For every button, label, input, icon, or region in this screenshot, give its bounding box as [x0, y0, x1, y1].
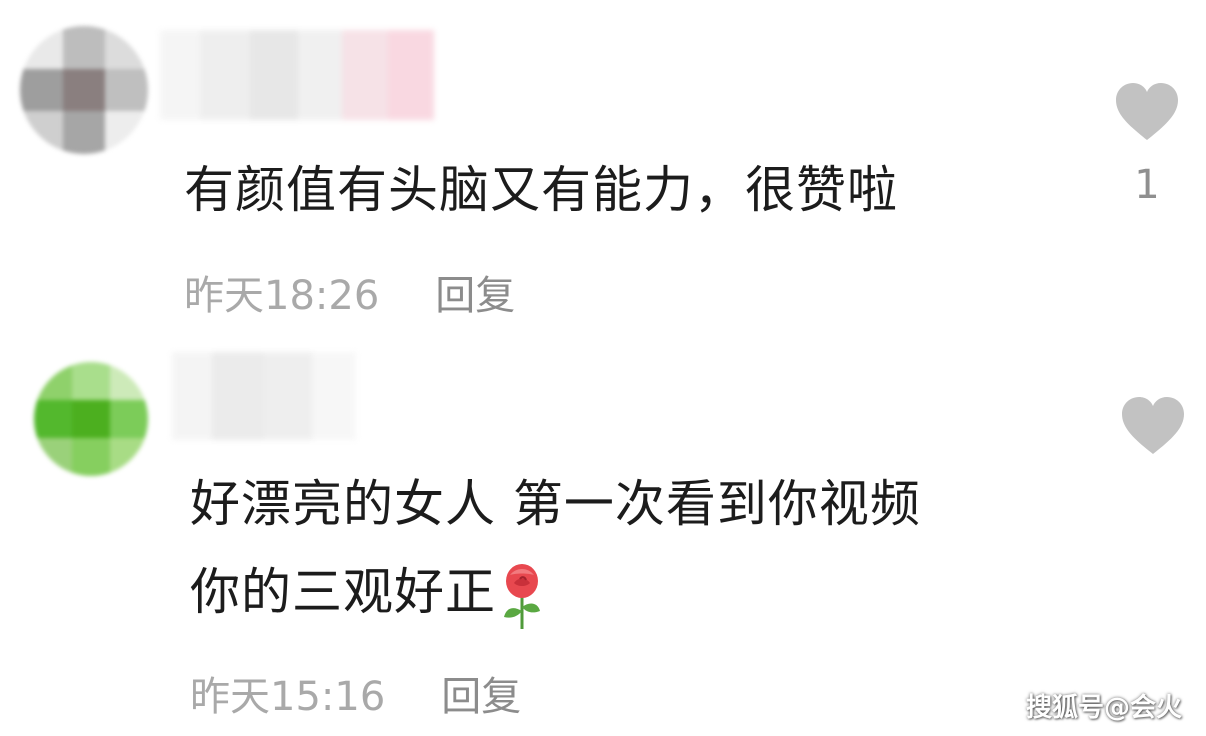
- like-button[interactable]: 1: [1114, 82, 1180, 208]
- avatar-mosaic-tile: [110, 438, 148, 476]
- heart-icon[interactable]: [1120, 396, 1186, 456]
- username-mosaic-tile: [264, 352, 312, 440]
- avatar-mosaic-tile: [110, 400, 148, 438]
- user-avatar[interactable]: [34, 362, 148, 476]
- avatar-mosaic-tile: [20, 26, 63, 69]
- comment-meta: 昨天18:26 回复: [184, 263, 515, 321]
- username-mosaic-tile: [342, 30, 388, 120]
- avatar-mosaic-tile: [34, 362, 72, 400]
- username-mosaic-tile: [250, 30, 298, 120]
- reply-button[interactable]: 回复: [435, 263, 515, 321]
- comment-meta: 昨天15:16 回复: [190, 664, 521, 722]
- comment-line: 你的三观好正: [190, 563, 496, 621]
- comment-time: 昨天18:26: [184, 273, 380, 319]
- rose-emoji-icon: [504, 563, 540, 629]
- avatar-mosaic-tile: [34, 438, 72, 476]
- username-mosaic-tile: [160, 30, 200, 120]
- comment-line: 有颜值有头脑又有能力，很赞啦: [184, 161, 898, 219]
- avatar-mosaic-tile: [72, 400, 110, 438]
- avatar-mosaic-tile: [34, 400, 72, 438]
- avatar-mosaic-tile: [62, 26, 106, 69]
- heart-icon[interactable]: [1114, 82, 1180, 142]
- like-button[interactable]: [1120, 396, 1186, 476]
- username-blurred[interactable]: [172, 352, 356, 440]
- avatar-mosaic-tile: [72, 438, 110, 476]
- watermark: 搜狐号@会火: [1025, 693, 1182, 723]
- avatar-mosaic-tile: [20, 111, 63, 154]
- username-mosaic-tile: [388, 30, 434, 120]
- username-mosaic-tile: [172, 352, 212, 440]
- username-mosaic-tile: [212, 352, 264, 440]
- comment-line-2: 你的三观好正: [190, 554, 921, 631]
- username-mosaic-tile: [200, 30, 250, 120]
- comment-line: 好漂亮的女人 第一次看到你视频: [190, 475, 921, 533]
- username-blurred[interactable]: [160, 30, 434, 120]
- username-mosaic-tile: [312, 352, 356, 440]
- user-avatar[interactable]: [20, 26, 148, 154]
- comment-text: 有颜值有头脑又有能力，很赞啦: [184, 152, 898, 228]
- avatar-mosaic-tile: [62, 68, 106, 112]
- avatar-mosaic-tile: [110, 362, 148, 400]
- avatar-mosaic-tile: [105, 111, 148, 154]
- reply-button[interactable]: 回复: [441, 664, 521, 722]
- avatar-mosaic-tile: [105, 68, 148, 112]
- avatar-mosaic-tile: [62, 111, 106, 154]
- avatar-mosaic-tile: [72, 362, 110, 400]
- comment-time: 昨天15:16: [190, 674, 386, 720]
- comment-text: 好漂亮的女人 第一次看到你视频 你的三观好正: [190, 466, 921, 631]
- username-mosaic-tile: [298, 30, 342, 120]
- avatar-mosaic-tile: [20, 68, 63, 112]
- like-count: 1: [1134, 162, 1160, 208]
- avatar-mosaic-tile: [105, 26, 148, 69]
